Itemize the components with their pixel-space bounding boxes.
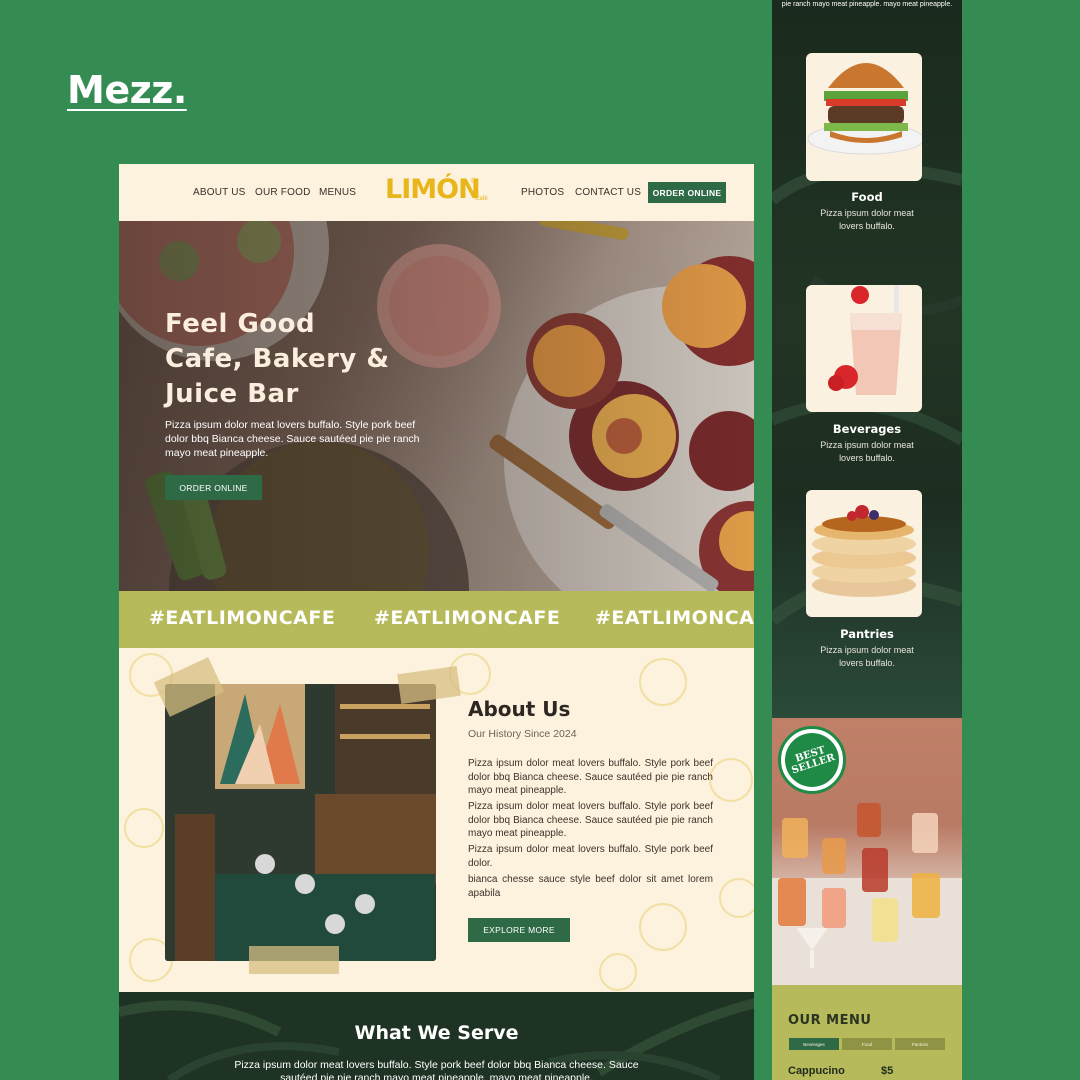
our-menu-title: OUR MENU bbox=[788, 1013, 872, 1028]
about-paragraph: Pizza ipsum dolor meat lovers buffalo. S… bbox=[468, 801, 713, 839]
tab-food[interactable]: Food bbox=[842, 1038, 892, 1050]
about-title: About Us bbox=[468, 697, 571, 721]
restaurant-interior-photo bbox=[165, 684, 436, 961]
hashtag-text: #EATLIMONCAFE bbox=[149, 607, 336, 629]
hero-description: Pizza ipsum dolor meat lovers buffalo. S… bbox=[165, 419, 420, 459]
pancakes-icon bbox=[812, 505, 916, 597]
beverages-card[interactable] bbox=[806, 285, 922, 412]
milkshake-icon bbox=[828, 285, 902, 395]
photo-tape bbox=[249, 946, 339, 974]
lemon-pattern-icon bbox=[709, 758, 753, 802]
mobile-top-text: pie ranch mayo meat pineapple. mayo meat… bbox=[781, 1, 953, 8]
about-paragraph: Pizza ipsum dolor meat lovers buffalo. S… bbox=[468, 758, 713, 796]
explore-more-button[interactable]: EXPLORE MORE bbox=[468, 918, 570, 942]
lemon-pattern-icon bbox=[639, 658, 687, 706]
about-subtitle: Our History Since 2024 bbox=[468, 728, 577, 740]
hashtag-text: #EATLIMONCAFE bbox=[595, 607, 754, 629]
what-we-serve-description: Pizza ipsum dolor meat lovers buffalo. S… bbox=[234, 1059, 639, 1080]
menu-item-name: Cappucino bbox=[788, 1065, 845, 1077]
burger-icon bbox=[807, 63, 922, 155]
menu-item-price: $5 bbox=[881, 1065, 894, 1077]
nav-menus[interactable]: MENUS bbox=[319, 187, 356, 198]
hero-section: Feel Good Cafe, Bakery & Juice Bar Pizza… bbox=[119, 221, 754, 591]
tab-pantries[interactable]: Pantries bbox=[895, 1038, 945, 1050]
lemon-pattern-icon bbox=[599, 953, 637, 991]
hero-order-online-button[interactable]: ORDER ONLINE bbox=[165, 475, 262, 500]
about-section: About Us Our History Since 2024 Pizza ip… bbox=[119, 648, 754, 992]
nav-order-online-button[interactable]: ORDER ONLINE bbox=[648, 182, 726, 203]
nav-contact-us[interactable]: CONTACT US bbox=[575, 187, 641, 198]
nav-photos[interactable]: PHOTOS bbox=[521, 187, 564, 198]
nav-our-food[interactable]: OUR FOOD bbox=[255, 187, 311, 198]
what-we-serve-section: What We Serve Pizza ipsum dolor meat lov… bbox=[119, 992, 754, 1080]
lemon-pattern-icon bbox=[124, 808, 164, 848]
hero-title: Feel Good Cafe, Bakery & Juice Bar bbox=[165, 309, 390, 409]
nav-about-us[interactable]: ABOUT US bbox=[193, 187, 246, 198]
top-nav: ABOUT US OUR FOOD MENUS LIMÓN ® Café PHO… bbox=[119, 164, 754, 221]
tab-beverages[interactable]: Beverages bbox=[789, 1038, 839, 1050]
what-we-serve-title: What We Serve bbox=[354, 1022, 519, 1044]
logo-registered-mark: ® bbox=[471, 178, 477, 185]
categories-section: pie ranch mayo meat pineapple. mayo meat… bbox=[772, 0, 962, 718]
best-seller-badge: BEST SELLER bbox=[777, 725, 847, 795]
our-menu-section: OUR MENU Beverages Food Pantries Cappuci… bbox=[772, 985, 962, 1080]
food-title: Food bbox=[851, 190, 883, 204]
best-seller-section: BEST SELLER bbox=[772, 718, 962, 985]
logo-subtitle: Café bbox=[475, 196, 488, 202]
hashtag-strip: #EATLIMONCAFE #EATLIMONCAFE #EATLIMONCAF… bbox=[119, 591, 754, 648]
limon-logo[interactable]: LIMÓN bbox=[385, 174, 481, 205]
photo-tape bbox=[397, 665, 461, 705]
beverages-description: Pizza ipsum dolor meat lovers buffalo. bbox=[820, 440, 914, 463]
mobile-mockup: pie ranch mayo meat pineapple. mayo meat… bbox=[772, 0, 962, 1080]
lemon-pattern-icon bbox=[719, 878, 754, 918]
pantries-card[interactable] bbox=[806, 490, 922, 617]
website-mockup: ABOUT US OUR FOOD MENUS LIMÓN ® Café PHO… bbox=[119, 164, 754, 1080]
food-description: Pizza ipsum dolor meat lovers buffalo. bbox=[820, 208, 914, 231]
best-seller-badge-inner: BEST SELLER bbox=[777, 725, 847, 795]
brand-logo: Mezz. bbox=[67, 68, 187, 112]
about-paragraph: Pizza ipsum dolor meat lovers buffalo. S… bbox=[468, 844, 713, 869]
lemon-pattern-icon bbox=[639, 903, 687, 951]
beverages-title: Beverages bbox=[832, 422, 902, 436]
about-paragraph: bianca chesse sauce style beef dolor sit… bbox=[468, 874, 713, 899]
hashtag-text: #EATLIMONCAFE bbox=[374, 607, 561, 629]
pantries-description: Pizza ipsum dolor meat lovers buffalo. bbox=[820, 645, 914, 668]
pantries-title: Pantries bbox=[840, 627, 894, 641]
food-card[interactable] bbox=[806, 53, 922, 181]
